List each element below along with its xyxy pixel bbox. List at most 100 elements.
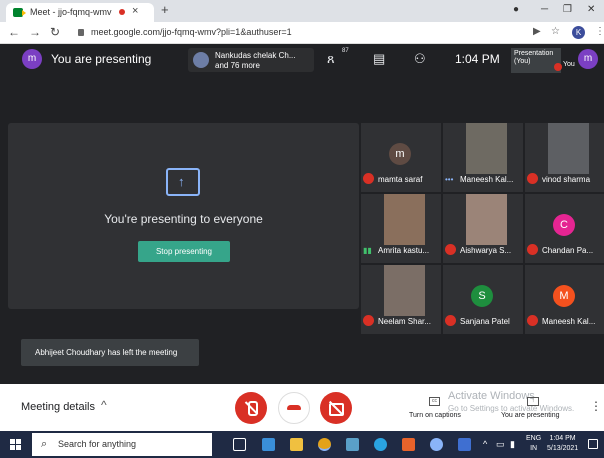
speaker-chip-text: Nankudas chelak Ch... and 76 more [215, 51, 296, 70]
notifications-icon[interactable] [588, 439, 598, 449]
app-icon-7[interactable] [402, 438, 415, 451]
stage-title: You're presenting to everyone [104, 212, 263, 226]
muted-mic-icon [527, 315, 538, 327]
windows-taskbar: ⌕ Search for anything ^ ▭ ▮ ENG IN 1:04 P… [0, 431, 604, 458]
close-tab-icon[interactable]: × [132, 5, 138, 17]
more-options-icon[interactable]: ••• [445, 172, 456, 188]
participant-name-row: Aishwarya S... [445, 243, 523, 259]
participant-tile[interactable]: ••• Maneesh Kal... [443, 123, 523, 192]
participant-name-row: Chandan Pa... [527, 243, 604, 259]
participant-name-row: vinod sharma [527, 172, 604, 188]
taskbar-search-input[interactable]: Search for anything [58, 439, 136, 449]
speaker-chip[interactable]: Nankudas chelak Ch... and 76 more [188, 48, 314, 72]
meet-header: m You are presenting Nankudas chelak Ch.… [0, 44, 604, 74]
network-icon[interactable]: ▭ [496, 439, 505, 450]
stop-presenting-button[interactable]: Stop presenting [138, 241, 230, 262]
leave-call-button[interactable] [278, 392, 310, 424]
participant-name-row: mamta saraf [363, 172, 441, 188]
app-icon-9[interactable] [458, 438, 471, 451]
activities-icon[interactable]: ⚇ [414, 51, 426, 67]
captions-label[interactable]: Turn on captions [409, 412, 461, 419]
camera-indicator-icon[interactable]: ▶ [533, 26, 541, 37]
speaking-indicator-icon: ▮▮ [363, 246, 372, 255]
account-dot-icon[interactable]: ● [513, 4, 519, 15]
recording-dot-icon [119, 9, 125, 15]
participant-avatar: C [553, 214, 575, 236]
tray-chevron-icon[interactable]: ^ [483, 439, 487, 449]
search-icon: ⌕ [41, 438, 48, 450]
thumb-line2: (You) [514, 58, 531, 65]
present-now-icon[interactable]: ↑ [527, 397, 539, 406]
participant-name: Maneesh Kal... [542, 317, 596, 326]
language-indicator[interactable]: ENG IN [526, 434, 541, 454]
windows-start-icon[interactable] [10, 439, 21, 450]
participant-video [548, 123, 589, 174]
thumb-line1: Presentation [514, 50, 554, 57]
participant-video [384, 265, 425, 316]
mic-off-icon [244, 401, 259, 415]
new-tab-button[interactable]: + [161, 2, 169, 17]
participant-name: Neelam Shar... [378, 317, 431, 326]
participant-tile[interactable]: Neelam Shar... [361, 265, 441, 334]
close-window-icon[interactable]: ✕ [587, 4, 595, 15]
app-icon-5[interactable] [346, 438, 359, 451]
reload-icon[interactable]: ↻ [50, 25, 60, 39]
participant-tile[interactable]: Aishwarya S... [443, 194, 523, 263]
muted-mic-icon [445, 315, 456, 327]
clock-time: 1:04 PM [549, 435, 576, 442]
mic-toggle-button[interactable] [235, 392, 267, 424]
participant-tile[interactable]: C Chandan Pa... [525, 194, 604, 263]
captions-icon[interactable]: cc [429, 397, 440, 406]
app-icon-8[interactable] [430, 438, 443, 451]
meet-controls-bar: Meeting details ^ Activate Windows Go to… [0, 384, 604, 431]
muted-mic-icon [527, 244, 538, 256]
meeting-clock: 1:04 PM [455, 52, 500, 66]
chat-icon[interactable]: ▤ [373, 51, 385, 67]
file-explorer-icon[interactable] [290, 438, 303, 451]
lock-icon [78, 29, 84, 36]
participant-video [466, 123, 507, 174]
participant-name-row: ▮▮ Amrita kastu... [363, 243, 441, 259]
chrome-app-icon[interactable] [318, 438, 331, 451]
lang-line2: IN [530, 445, 538, 452]
presenting-button-label[interactable]: You are presenting [501, 412, 560, 419]
participant-tile[interactable]: ▮▮ Amrita kastu... [361, 194, 441, 263]
address-bar-row: ← → ↻ meet.google.com/jjo-fqmq-wmv?pli=1… [0, 22, 604, 44]
presenting-label: You are presenting [51, 52, 152, 66]
participant-avatar: M [553, 285, 575, 307]
participant-tile[interactable]: M Maneesh Kal... [525, 265, 604, 334]
camera-off-icon [328, 400, 344, 416]
bookmark-star-icon[interactable]: ☆ [551, 26, 560, 37]
participant-name: vinod sharma [542, 175, 591, 184]
participant-name-row: Sanjana Patel [445, 314, 523, 330]
taskbar-clock[interactable]: 1:04 PM 5/13/2021 [547, 434, 578, 454]
participant-tile[interactable]: m mamta saraf [361, 123, 441, 192]
participant-tile[interactable]: vinod sharma [525, 123, 604, 192]
forward-icon[interactable]: → [29, 25, 41, 39]
volume-icon[interactable]: ▮ [510, 439, 515, 450]
people-icon[interactable]: ጸ [327, 51, 335, 67]
url-input[interactable]: meet.google.com/jjo-fqmq-wmv?pli=1&authu… [91, 27, 292, 37]
muted-mic-icon [363, 315, 374, 327]
telegram-icon[interactable] [374, 438, 387, 451]
profile-avatar[interactable]: K [572, 26, 585, 39]
camera-toggle-button[interactable] [320, 392, 352, 424]
participant-video [466, 194, 507, 245]
minimize-icon[interactable]: ─ [541, 4, 548, 15]
meeting-details-button[interactable]: Meeting details ^ [21, 398, 107, 413]
browser-menu-icon[interactable]: ⋮ [595, 26, 604, 37]
presentation-thumbnail[interactable]: Presentation (You) [511, 48, 562, 73]
participant-tile[interactable]: S Sanjana Patel [443, 265, 523, 334]
screen: Meet - jjo-fqmq-wmv × + ● ─ ❐ ✕ ← → ↻ me… [0, 0, 604, 458]
presentation-stage: ↑ You're presenting to everyone Stop pre… [8, 123, 359, 309]
browser-tab[interactable]: Meet - jjo-fqmq-wmv × [6, 3, 154, 22]
back-icon[interactable]: ← [8, 25, 20, 39]
participant-name: Amrita kastu... [378, 246, 430, 255]
restore-icon[interactable]: ❐ [563, 4, 572, 15]
mail-app-icon[interactable] [262, 438, 275, 451]
taskbar-search[interactable]: ⌕ Search for anything [32, 433, 212, 456]
more-options-icon[interactable]: ⋮ [590, 399, 602, 413]
task-view-icon[interactable] [233, 438, 246, 451]
participant-name-row: Maneesh Kal... [527, 314, 604, 330]
people-count: 87 [342, 48, 349, 54]
